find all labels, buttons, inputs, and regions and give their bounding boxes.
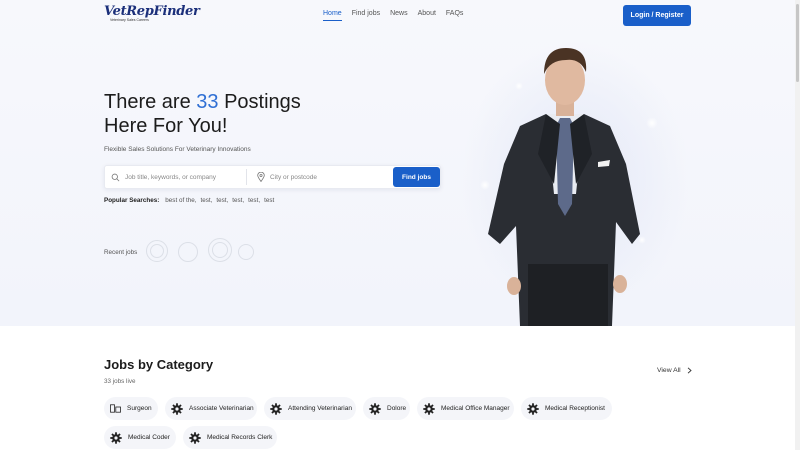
category-label: Medical Records Clerk — [207, 434, 273, 441]
posting-count: 33 — [196, 91, 219, 113]
main-nav: Home Find jobs News About FAQs — [323, 10, 473, 21]
company-logo[interactable] — [178, 242, 198, 262]
popular-searches-label: Popular Searches: — [104, 197, 160, 204]
nav-faqs[interactable]: FAQs — [446, 10, 464, 21]
keyword-field — [111, 166, 235, 188]
company-logo — [212, 242, 228, 258]
surgeon-icon — [110, 404, 121, 413]
nav-find-jobs[interactable]: Find jobs — [352, 10, 380, 21]
hero-tagline: Flexible Sales Solutions For Veterinary … — [104, 146, 251, 153]
category-chip[interactable]: Medical Office Manager — [417, 397, 514, 420]
category-chip[interactable]: Attending Veterinarian — [264, 397, 356, 420]
section-title: Jobs by Category — [104, 357, 214, 372]
gear-icon — [270, 402, 282, 415]
scrollbar-thumb[interactable] — [796, 4, 799, 82]
category-chip[interactable]: Medical Receptionist — [521, 397, 612, 420]
job-search-bar: Find jobs — [104, 165, 441, 189]
headline-post: Postings — [224, 91, 301, 113]
category-chip[interactable]: Dolore — [363, 397, 410, 420]
category-chip[interactable]: Surgeon — [104, 397, 158, 420]
hero-person-image — [488, 48, 640, 326]
location-input[interactable] — [270, 173, 380, 181]
search-divider — [246, 169, 247, 185]
hero-section — [0, 0, 800, 326]
popular-searches: Popular Searches: best of the, test, tes… — [104, 197, 274, 204]
popular-search-term[interactable]: best of the, — [165, 197, 196, 204]
company-logo — [150, 244, 164, 258]
company-logo[interactable] — [238, 244, 254, 260]
jobs-live-count: 33 jobs live — [104, 378, 136, 385]
chevron-right-icon — [687, 367, 692, 374]
category-label: Attending Veterinarian — [288, 405, 352, 412]
gear-icon — [527, 402, 539, 415]
nav-about[interactable]: About — [418, 10, 436, 21]
login-register-button[interactable]: Login / Register — [623, 5, 691, 26]
popular-search-term[interactable]: test, — [248, 197, 260, 204]
category-label: Surgeon — [127, 405, 152, 412]
headline-pre: There are — [104, 91, 191, 113]
hero-headline: There are 33 Postings Here For You! — [104, 90, 301, 138]
site-logo[interactable]: VetRepFinder Veterinary Sales Careers — [104, 4, 200, 24]
gear-icon — [369, 402, 381, 415]
category-label: Associate Veterinarian — [189, 405, 254, 412]
nav-news[interactable]: News — [390, 10, 408, 21]
search-icon — [111, 173, 120, 181]
gear-icon — [423, 402, 435, 415]
keyword-input[interactable] — [125, 173, 235, 181]
headline-line2: Here For You! — [104, 115, 228, 137]
category-label: Medical Receptionist — [545, 405, 605, 412]
gear-icon — [189, 431, 201, 444]
page-scrollbar[interactable] — [795, 0, 800, 450]
nav-home[interactable]: Home — [323, 10, 342, 21]
logo-text: VetRepFinder — [104, 4, 200, 19]
category-chip[interactable]: Associate Veterinarian — [165, 397, 257, 420]
location-pin-icon — [257, 172, 265, 182]
view-all-label: View All — [657, 367, 681, 374]
recent-jobs-logos[interactable] — [144, 238, 256, 266]
recent-jobs-label: Recent jobs — [104, 249, 138, 256]
category-chip[interactable]: Medical Records Clerk — [183, 426, 277, 449]
popular-search-term[interactable]: test, — [200, 197, 212, 204]
gear-icon — [171, 402, 183, 415]
popular-search-term[interactable]: test, — [216, 197, 228, 204]
gear-icon — [110, 431, 122, 444]
popular-search-term[interactable]: test — [264, 197, 274, 204]
location-field — [257, 166, 380, 188]
find-jobs-button[interactable]: Find jobs — [393, 167, 440, 187]
category-chip[interactable]: Medical Coder — [104, 426, 176, 449]
category-label: Dolore — [387, 405, 407, 412]
popular-search-term[interactable]: test, — [232, 197, 244, 204]
view-all-link[interactable]: View All — [657, 367, 692, 374]
category-label: Medical Coder — [128, 434, 170, 441]
category-label: Medical Office Manager — [441, 405, 510, 412]
